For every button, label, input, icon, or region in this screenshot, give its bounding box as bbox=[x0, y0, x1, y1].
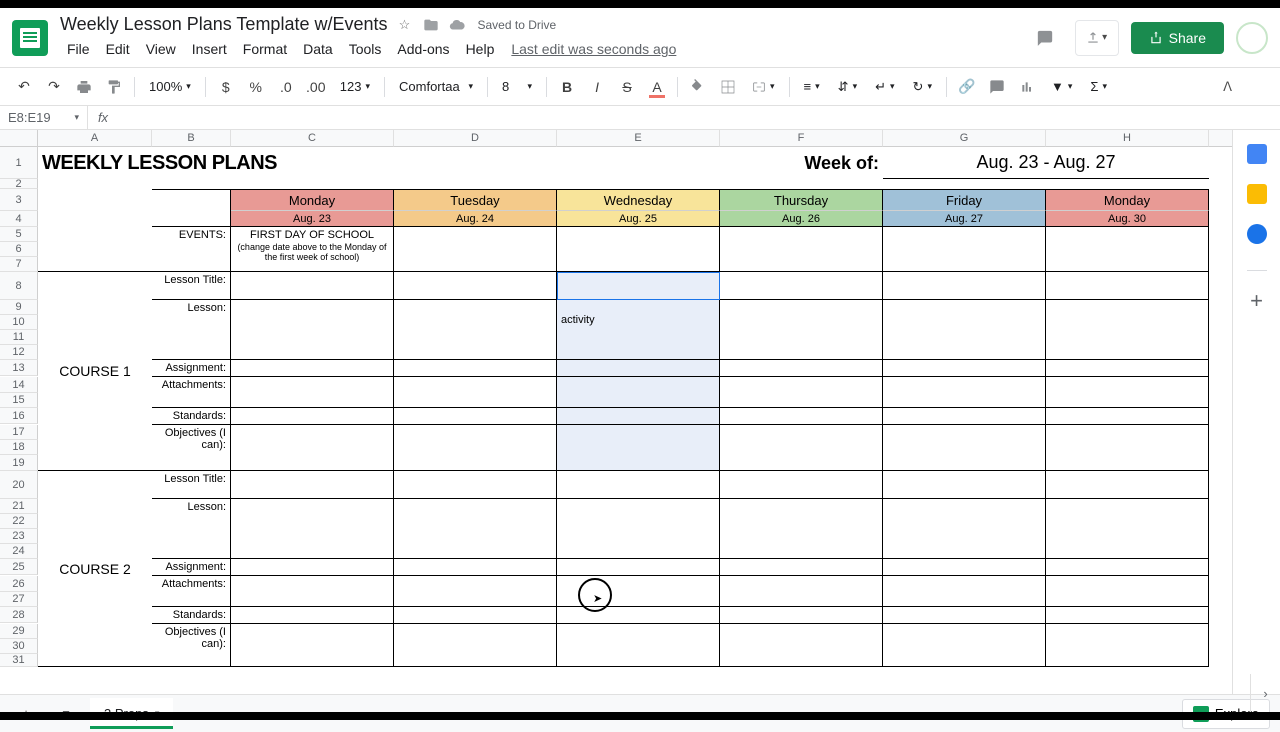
formula-bar[interactable] bbox=[118, 106, 1280, 129]
text-color-icon[interactable]: A bbox=[643, 73, 671, 101]
cloud-icon bbox=[448, 16, 466, 34]
bold-icon[interactable]: B bbox=[553, 73, 581, 101]
comment-icon[interactable] bbox=[983, 73, 1011, 101]
tasks-icon[interactable] bbox=[1247, 224, 1267, 244]
rotate-icon[interactable]: ↻▾ bbox=[905, 75, 940, 99]
share-label: Share bbox=[1169, 30, 1206, 46]
menu-file[interactable]: File bbox=[60, 37, 97, 61]
side-panel: + bbox=[1232, 130, 1280, 694]
user-avatar[interactable] bbox=[1236, 22, 1268, 54]
add-addon-icon[interactable]: + bbox=[1247, 291, 1267, 311]
functions-icon[interactable]: Σ▾ bbox=[1082, 75, 1115, 98]
doc-title[interactable]: Weekly Lesson Plans Template w/Events bbox=[60, 14, 388, 35]
print-icon[interactable] bbox=[70, 73, 98, 101]
title-bar: Weekly Lesson Plans Template w/Events ☆ … bbox=[0, 8, 1280, 68]
redo-icon[interactable]: ↷ bbox=[40, 73, 68, 101]
menu-view[interactable]: View bbox=[139, 37, 183, 61]
wrap-icon[interactable]: ↵▾ bbox=[867, 75, 902, 99]
font-select[interactable]: Comfortaa ▾ bbox=[391, 75, 481, 98]
share-button[interactable]: Share bbox=[1131, 22, 1224, 54]
link-icon[interactable]: 🔗 bbox=[953, 73, 981, 101]
menu-edit[interactable]: Edit bbox=[99, 37, 137, 61]
menu-format[interactable]: Format bbox=[236, 37, 294, 61]
paint-format-icon[interactable] bbox=[100, 73, 128, 101]
name-box[interactable]: E8:E19▾ bbox=[0, 106, 88, 129]
zoom-select[interactable]: 100% ▾ bbox=[141, 75, 199, 98]
borders-icon[interactable] bbox=[714, 73, 742, 101]
fx-icon: fx bbox=[88, 106, 118, 129]
currency-icon[interactable]: $ bbox=[212, 73, 240, 101]
comments-icon[interactable] bbox=[1027, 20, 1063, 56]
filter-icon[interactable]: ▼▾ bbox=[1043, 75, 1080, 98]
menu-data[interactable]: Data bbox=[296, 37, 340, 61]
menu-bar: File Edit View Insert Format Data Tools … bbox=[60, 37, 1027, 61]
menu-addons[interactable]: Add-ons bbox=[390, 37, 456, 61]
menu-help[interactable]: Help bbox=[459, 37, 502, 61]
spreadsheet-grid[interactable]: ABCDEFGH1WEEKLY LESSON PLANSWeek of:Aug.… bbox=[0, 130, 1232, 694]
chart-icon[interactable] bbox=[1013, 73, 1041, 101]
merge-icon[interactable]: ▾ bbox=[744, 75, 783, 99]
valign-icon[interactable]: ⇵▾ bbox=[830, 75, 865, 99]
menu-insert[interactable]: Insert bbox=[185, 37, 234, 61]
menu-tools[interactable]: Tools bbox=[342, 37, 389, 61]
number-format-select[interactable]: 123▾ bbox=[332, 75, 378, 98]
decrease-decimal-icon[interactable]: .0 bbox=[272, 73, 300, 101]
toolbar: ↶ ↷ 100% ▾ $ % .0 .00 123▾ Comfortaa ▾ 8… bbox=[0, 68, 1280, 106]
font-size-select[interactable]: 8 ▾ bbox=[494, 75, 540, 98]
fill-color-icon[interactable] bbox=[684, 73, 712, 101]
side-panel-toggle-icon[interactable]: › bbox=[1250, 674, 1280, 712]
star-icon[interactable]: ☆ bbox=[396, 16, 414, 34]
increase-decimal-icon[interactable]: .00 bbox=[302, 73, 330, 101]
italic-icon[interactable]: I bbox=[583, 73, 611, 101]
calendar-icon[interactable] bbox=[1247, 144, 1267, 164]
halign-icon[interactable]: ≡▾ bbox=[796, 75, 828, 98]
strike-icon[interactable]: S bbox=[613, 73, 641, 101]
undo-icon[interactable]: ↶ bbox=[10, 73, 38, 101]
last-edit-link[interactable]: Last edit was seconds ago bbox=[503, 37, 684, 61]
collapse-toolbar-icon[interactable]: ᐱ bbox=[1223, 79, 1232, 95]
move-icon[interactable] bbox=[422, 16, 440, 34]
saved-status: Saved to Drive bbox=[478, 18, 557, 32]
sheets-logo[interactable] bbox=[12, 20, 48, 56]
present-icon[interactable]: ▾ bbox=[1075, 20, 1119, 56]
keep-icon[interactable] bbox=[1247, 184, 1267, 204]
percent-icon[interactable]: % bbox=[242, 73, 270, 101]
